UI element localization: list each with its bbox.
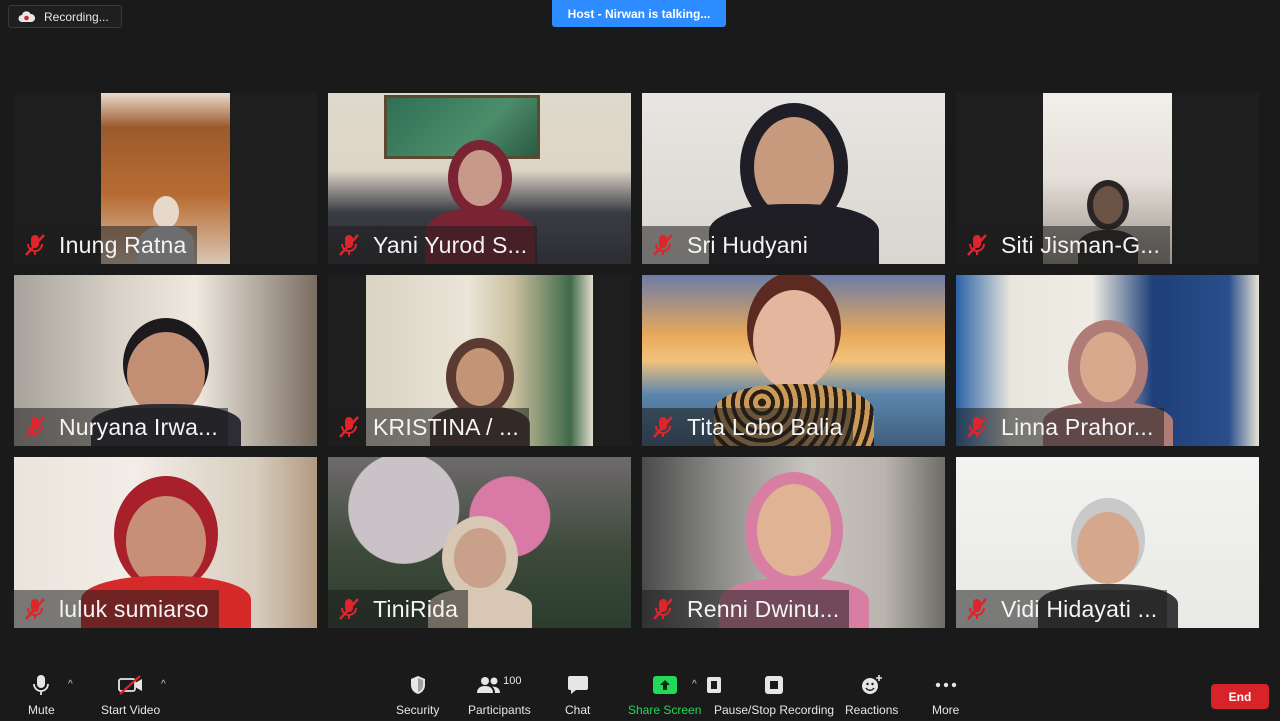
more-button[interactable]: More xyxy=(932,673,959,717)
pause-stop-recording-button[interactable]: Pause/Stop Recording xyxy=(714,673,834,717)
more-label: More xyxy=(932,703,960,717)
participant-name-bar: Renni Dwinu... xyxy=(642,590,850,628)
start-video-label: Start Video xyxy=(101,703,161,717)
recording-indicator[interactable]: Recording... xyxy=(8,5,122,28)
participant-name-bar: KRISTINA / ... xyxy=(328,408,529,446)
chat-label: Chat xyxy=(565,703,591,717)
participant-name: TiniRida xyxy=(373,595,459,622)
participant-name: luluk sumiarso xyxy=(59,595,209,622)
share-screen-label: Share Screen xyxy=(628,703,702,717)
participant-tile[interactable]: Sri Hudyani xyxy=(642,93,945,264)
mute-label: Mute xyxy=(28,703,55,717)
security-label: Security xyxy=(396,703,440,717)
participant-tile[interactable]: luluk sumiarso xyxy=(14,457,317,628)
share-screen-button[interactable]: Share Screen xyxy=(628,673,701,717)
participants-icon xyxy=(477,677,501,693)
participant-name-bar: luluk sumiarso xyxy=(14,590,219,628)
participant-tile[interactable]: Siti Jisman-G... xyxy=(956,93,1259,264)
participant-tile[interactable]: Linna Prahor... xyxy=(956,275,1259,446)
participant-name: Renni Dwinu... xyxy=(687,595,840,622)
participants-count: 100 xyxy=(503,675,522,687)
active-speaker-banner: Host - Nirwan is talking... xyxy=(552,0,726,27)
microphone-icon xyxy=(32,673,50,697)
participant-name-bar: Inung Ratna xyxy=(14,226,197,264)
participant-tile[interactable]: Renni Dwinu... xyxy=(642,457,945,628)
muted-mic-icon xyxy=(648,596,678,622)
muted-mic-icon xyxy=(648,414,678,440)
participant-name: KRISTINA / ... xyxy=(373,413,519,440)
muted-mic-icon xyxy=(648,232,678,258)
active-speaker-text: Host - Nirwan is talking... xyxy=(567,6,711,21)
muted-mic-icon xyxy=(334,232,364,258)
participant-name-bar: TiniRida xyxy=(328,590,469,628)
participant-name: Inung Ratna xyxy=(59,231,187,258)
video-options-caret-icon[interactable]: ^ xyxy=(161,679,166,690)
participant-tile[interactable]: KRISTINA / ... xyxy=(328,275,631,446)
muted-mic-icon xyxy=(20,596,50,622)
participant-name-bar: Siti Jisman-G... xyxy=(956,226,1171,264)
participant-tile[interactable]: Tita Lobo Balia xyxy=(642,275,945,446)
share-options-caret-icon[interactable]: ^ xyxy=(692,679,697,690)
participant-name-bar: Yani Yurod S... xyxy=(328,226,538,264)
muted-mic-icon xyxy=(962,414,992,440)
participant-name: Linna Prahor... xyxy=(1001,413,1154,440)
share-screen-icon xyxy=(652,673,677,697)
participant-name: Vidi Hidayati ... xyxy=(1001,595,1158,622)
participant-name: Tita Lobo Balia xyxy=(687,413,843,440)
muted-mic-icon xyxy=(962,232,992,258)
participant-name-bar: Nuryana Irwa... xyxy=(14,408,228,446)
security-button[interactable]: Security xyxy=(396,673,439,717)
reactions-label: Reactions xyxy=(845,703,899,717)
smiley-add-icon xyxy=(861,673,883,697)
participant-tile[interactable]: Inung Ratna xyxy=(14,93,317,264)
participant-name-bar: Vidi Hidayati ... xyxy=(956,590,1168,628)
reactions-button[interactable]: Reactions xyxy=(845,673,898,717)
participants-label: Participants xyxy=(468,703,531,717)
mute-options-caret-icon[interactable]: ^ xyxy=(68,679,73,690)
chat-button[interactable]: Chat xyxy=(565,673,590,717)
participant-tile[interactable]: TiniRida xyxy=(328,457,631,628)
mute-button[interactable]: Mute xyxy=(28,673,55,717)
participant-name: Siti Jisman-G... xyxy=(1001,231,1161,258)
muted-mic-icon xyxy=(20,232,50,258)
pause-stop-recording-label: Pause/Stop Recording xyxy=(714,703,835,717)
recording-label: Recording... xyxy=(44,9,109,24)
meeting-toolbar: Mute ^ Start Video ^ Security 100 Partic… xyxy=(0,665,1280,721)
muted-mic-icon xyxy=(334,414,364,440)
participant-name-bar: Linna Prahor... xyxy=(956,408,1164,446)
gallery-view: Inung Ratna Yani Yurod S... Sri Hudyani xyxy=(14,93,1259,628)
participants-button[interactable]: 100 Participants xyxy=(468,673,531,717)
participant-tile[interactable]: Yani Yurod S... xyxy=(328,93,631,264)
ellipsis-icon xyxy=(935,673,957,697)
participant-name: Nuryana Irwa... xyxy=(59,413,218,440)
muted-mic-icon xyxy=(20,414,50,440)
cloud-recording-icon xyxy=(18,10,35,23)
participant-tile[interactable]: Vidi Hidayati ... xyxy=(956,457,1259,628)
participant-name-bar: Sri Hudyani xyxy=(642,226,819,264)
participant-name-bar: Tita Lobo Balia xyxy=(642,408,853,446)
muted-mic-icon xyxy=(334,596,364,622)
participant-name: Yani Yurod S... xyxy=(373,231,528,258)
record-stop-icon xyxy=(764,673,784,697)
shield-icon xyxy=(409,673,427,697)
start-video-button[interactable]: Start Video xyxy=(101,673,160,717)
end-label: End xyxy=(1228,689,1252,704)
participant-name: Sri Hudyani xyxy=(687,231,809,258)
video-off-icon xyxy=(117,673,144,697)
muted-mic-icon xyxy=(962,596,992,622)
end-meeting-button[interactable]: End xyxy=(1211,684,1269,709)
chat-bubble-icon xyxy=(567,673,589,697)
participant-tile[interactable]: Nuryana Irwa... xyxy=(14,275,317,446)
